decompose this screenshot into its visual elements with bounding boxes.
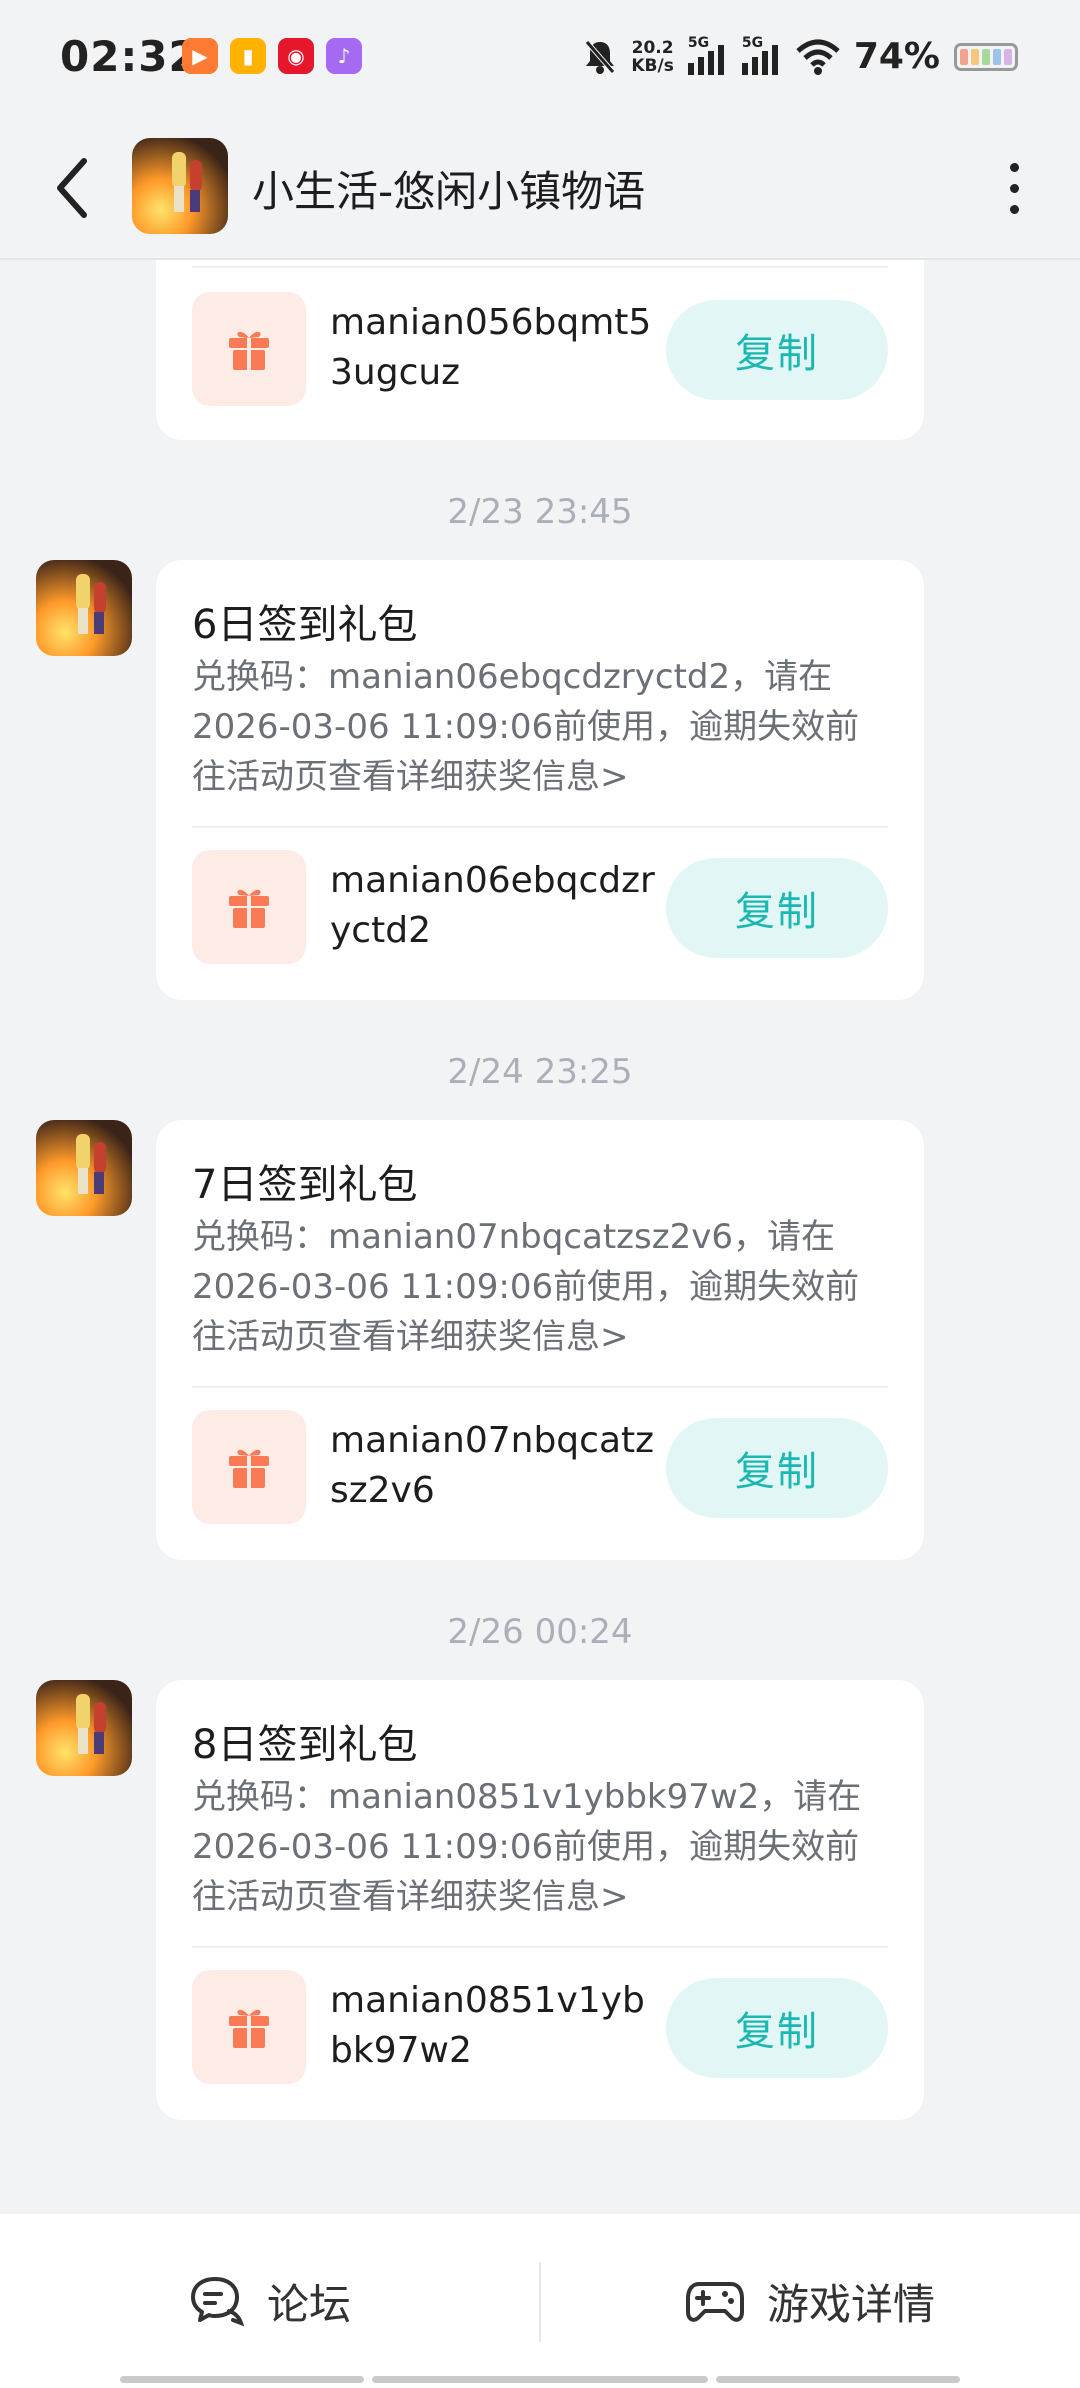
gesture-bar-right (716, 2376, 960, 2383)
gamepad-icon (685, 2282, 744, 2322)
battery-percent: 74% (853, 36, 940, 77)
avatar[interactable] (36, 1680, 132, 1776)
copy-button[interactable]: 复制 (666, 300, 888, 400)
gift-card[interactable]: 8日签到礼包 兑换码：manian0851v1ybbk97w2，请在2026-0… (156, 1680, 924, 2120)
card-divider (192, 826, 888, 828)
sim2-label: 5G (741, 34, 764, 51)
weibo-app-icon: ◉ (278, 38, 314, 74)
card-description[interactable]: 兑换码：manian0851v1ybbk97w2，请在2026-03-06 11… (192, 1772, 892, 1922)
card-description[interactable]: 兑换码：manian06ebqcdzryctd2，请在2026-03-06 11… (192, 652, 892, 802)
sim1-label: 5G (687, 34, 710, 51)
card-title: 7日签到礼包 (192, 1162, 418, 1208)
more-menu-button[interactable] (974, 148, 1054, 228)
gift-icon (192, 1410, 306, 1524)
video-app-icon: ▶ (182, 38, 218, 74)
card-description[interactable]: 兑换码：manian07nbqcatzsz2v6，请在2026-03-06 11… (192, 1212, 892, 1362)
podcast-app-icon: ♪ (326, 38, 362, 74)
gift-code: manian06ebqcdzryctd2 (330, 860, 655, 951)
gift-code: manian056bqmt53ugcuz (330, 302, 652, 393)
header: 小生活-悠闲小镇物语 (0, 118, 1080, 260)
game-art-icon (132, 138, 228, 234)
forum-chat-icon (190, 2277, 245, 2327)
message-feed[interactable]: manian056bqmt53ugcuz 复制 2/23 23:45 6日签到礼… (0, 260, 1080, 2214)
card-title: 6日签到礼包 (192, 602, 418, 648)
mute-bell-icon (585, 39, 616, 74)
card-divider (192, 266, 888, 268)
wifi-icon (796, 39, 840, 75)
net-speed-unit: KB/s (631, 55, 674, 76)
chevron-left-icon (57, 158, 87, 218)
game-logo[interactable] (132, 138, 228, 234)
card-divider (192, 1946, 888, 1948)
shopping-app-icon: ▮ (230, 38, 266, 74)
gift-card[interactable]: 7日签到礼包 兑换码：manian07nbqcatzsz2v6，请在2026-0… (156, 1120, 924, 1560)
avatar[interactable] (36, 1120, 132, 1216)
net-speed-value: 20.2 (631, 37, 674, 58)
gift-icon (192, 292, 306, 406)
copy-button[interactable]: 复制 (666, 1978, 888, 2078)
back-button[interactable] (40, 148, 104, 228)
status-bar: 02:32 ▶ ▮ ◉ ♪ 20.2 KB/s 5G 5G 74% (0, 0, 1080, 118)
card-title: 8日签到礼包 (192, 1722, 418, 1768)
gesture-bar-left (120, 2376, 364, 2383)
gift-icon (192, 1970, 306, 2084)
status-time: 02:32 (60, 32, 199, 81)
avatar[interactable] (36, 560, 132, 656)
gift-card[interactable]: 6日签到礼包 兑换码：manian06ebqcdzryctd2，请在2026-0… (156, 560, 924, 1000)
signal-sim2-icon: 5G (741, 35, 782, 75)
gift-code: manian07nbqcatzsz2v6 (330, 1420, 655, 1511)
signal-sim1-icon: 5G (687, 35, 728, 75)
game-detail-tab[interactable]: 游戏详情 (540, 2214, 1080, 2388)
copy-button[interactable]: 复制 (666, 858, 888, 958)
gift-icon (192, 850, 306, 964)
notification-icons: ▶ ▮ ◉ ♪ (182, 38, 362, 74)
gift-card-partial: manian056bqmt53ugcuz 复制 (156, 260, 924, 440)
battery-icon (954, 42, 1018, 71)
gift-code: manian0851v1ybbk97w2 (330, 1980, 645, 2071)
forum-tab[interactable]: 论坛 (0, 2214, 540, 2388)
forum-label: 论坛 (266, 2279, 351, 2329)
system-indicators: 20.2 KB/s 5G 5G 74% (583, 35, 1018, 77)
page-title: 小生活-悠闲小镇物语 (252, 167, 646, 216)
gesture-bar-center[interactable] (372, 2376, 708, 2383)
message-date: 2/24 23:25 (447, 1052, 633, 1092)
net-speed: 20.2 KB/s (631, 39, 673, 75)
card-divider (192, 1386, 888, 1388)
message-date: 2/23 23:45 (447, 492, 633, 532)
copy-button[interactable]: 复制 (666, 1418, 888, 1518)
message-date: 2/26 00:24 (447, 1612, 633, 1652)
game-detail-label: 游戏详情 (766, 2279, 935, 2329)
bottom-bar: 论坛 游戏详情 (0, 2214, 1080, 2388)
